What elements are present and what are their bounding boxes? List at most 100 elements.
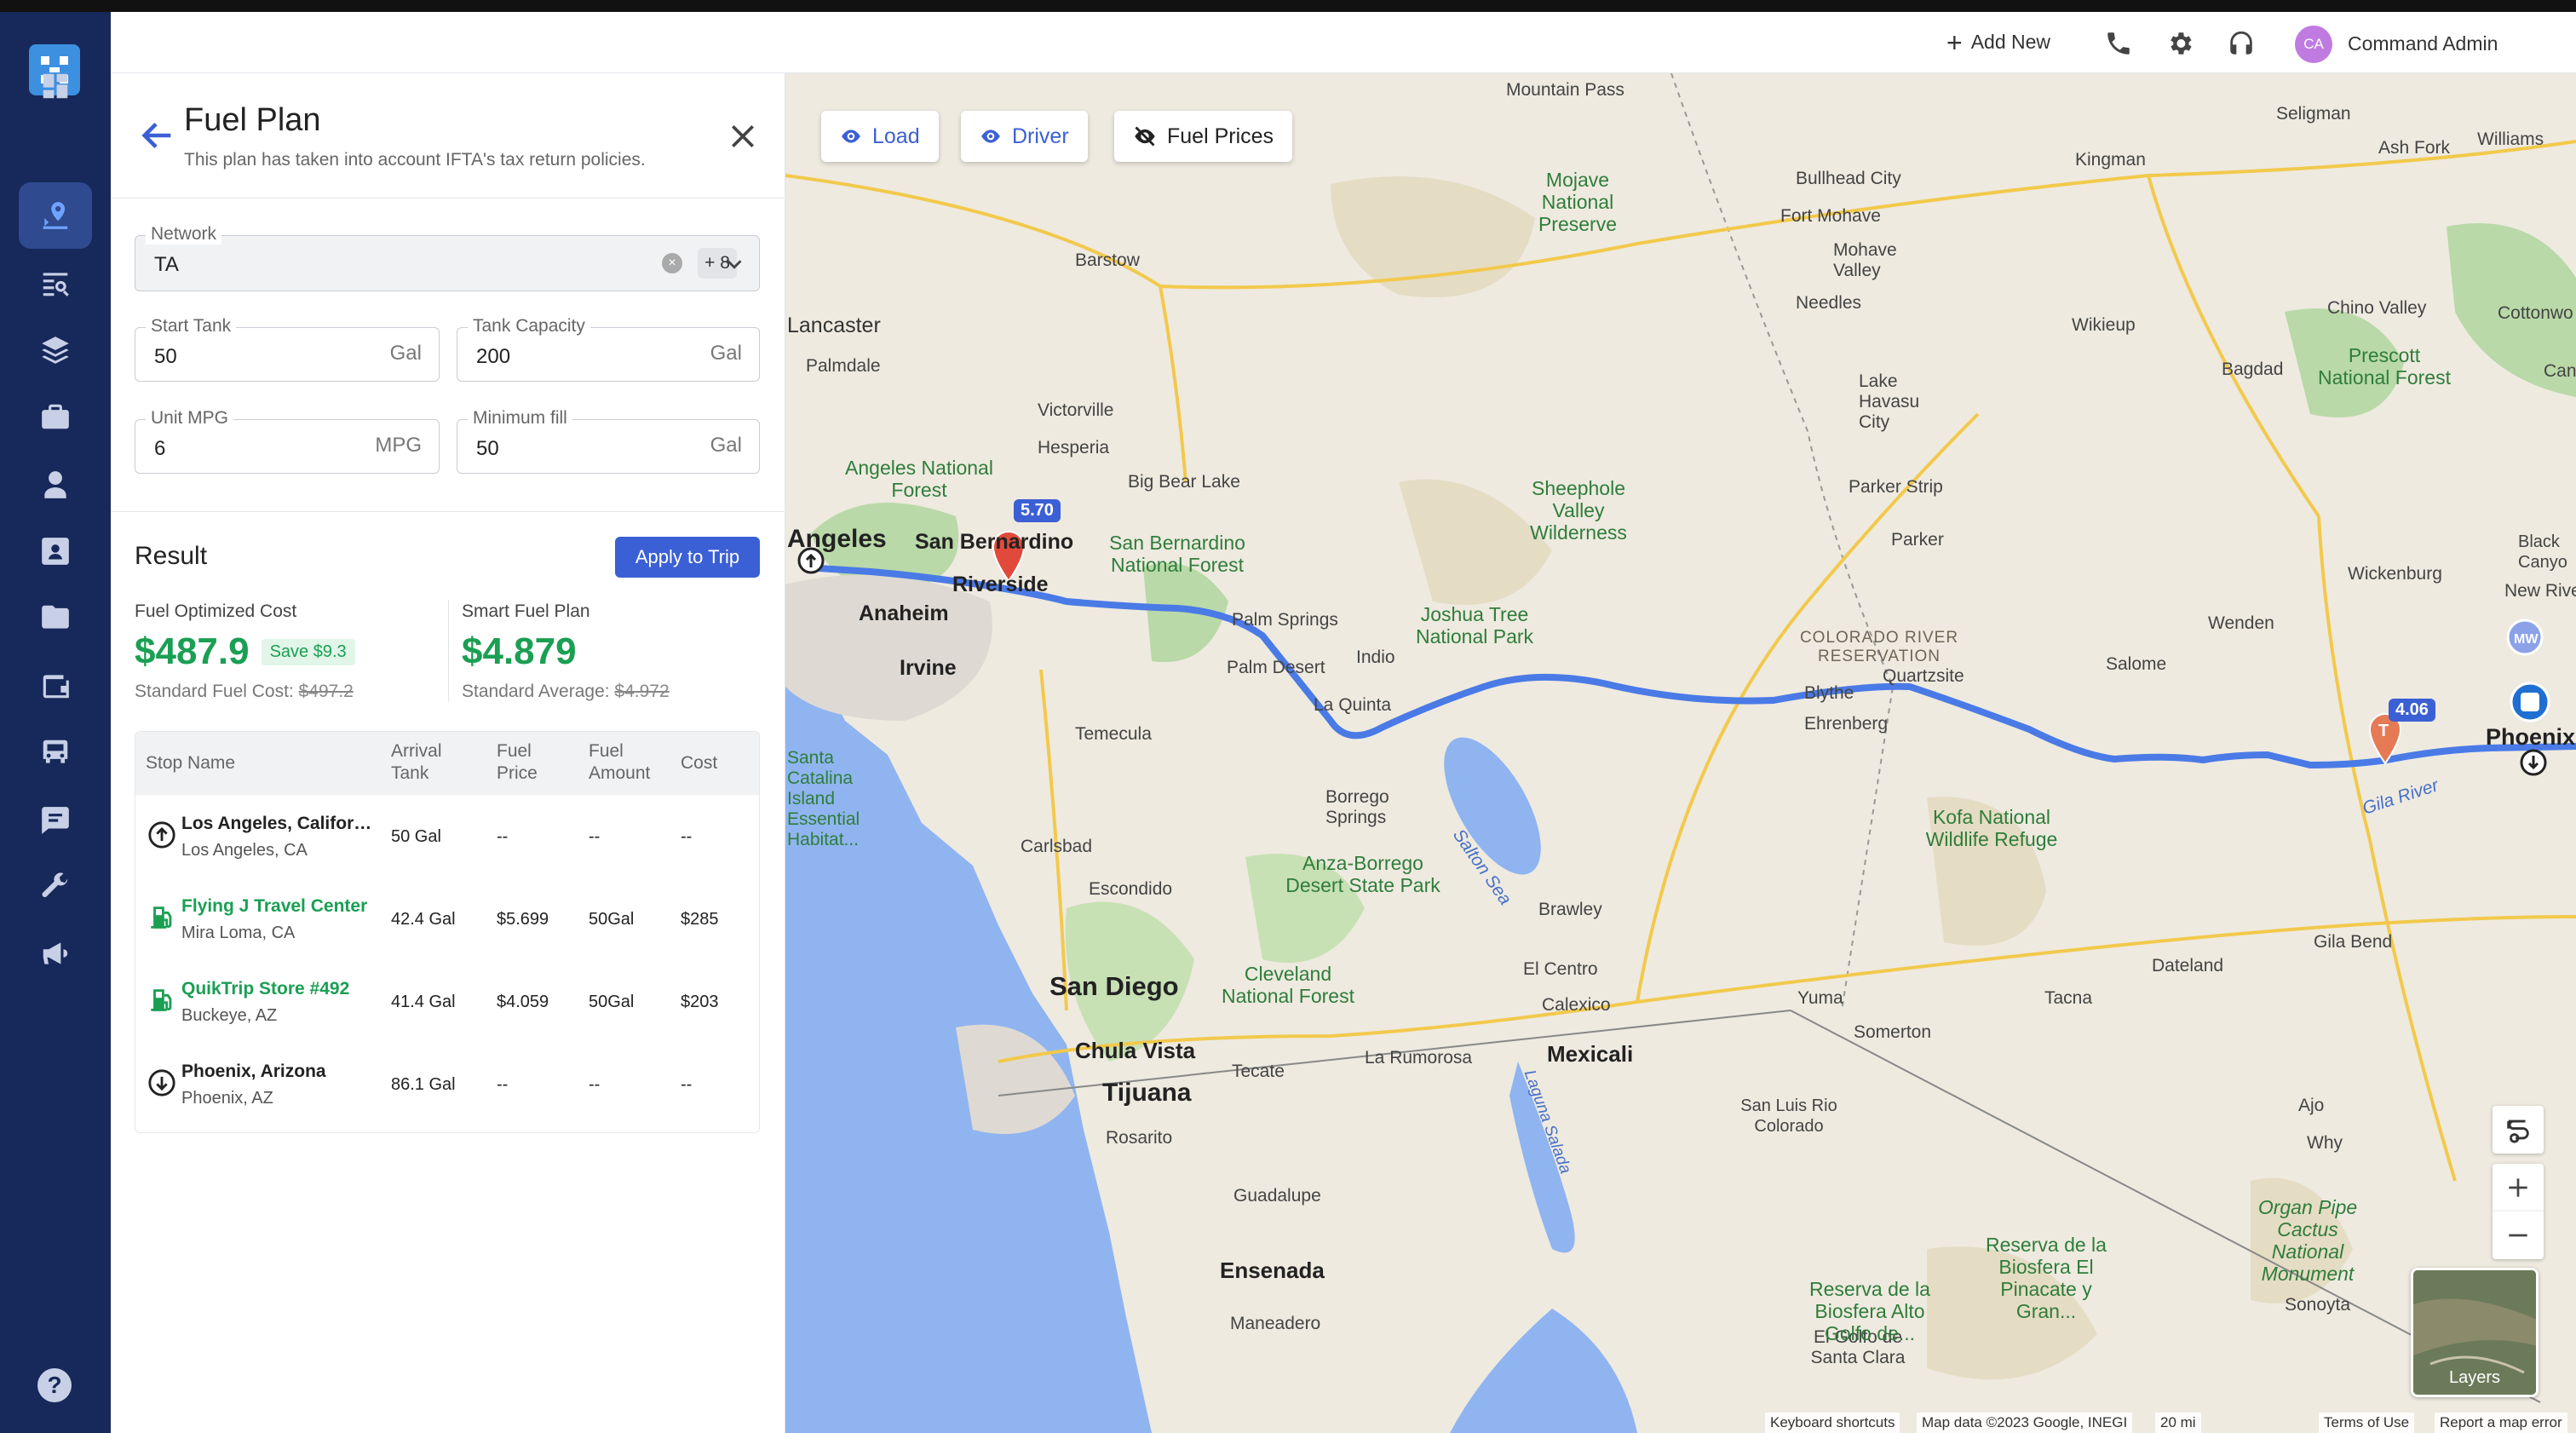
terms-of-use-link[interactable]: Terms of Use	[2319, 1413, 2415, 1433]
chevron-down-icon[interactable]	[722, 251, 747, 277]
map-label: Quartzsite	[1883, 666, 1964, 686]
save-badge: Save $9.3	[261, 638, 355, 665]
map-label: Temecula	[1075, 724, 1152, 744]
map-label: Reserva de la Biosfera El Pinacate y Gra…	[1986, 1234, 2107, 1322]
divider	[448, 600, 449, 702]
column-header: Cost	[681, 753, 718, 773]
stop-cost: --	[681, 827, 693, 846]
table-row[interactable]: Los Angeles, California Los Angeles, CA …	[135, 795, 759, 878]
layers-toggle[interactable]: Layers	[2411, 1268, 2539, 1397]
map-label: Anza-Borrego Desert State Park	[1285, 852, 1440, 896]
sidebar-truck-icon[interactable]	[19, 719, 92, 786]
fuel-prices-button[interactable]: Fuel Prices	[1114, 111, 1293, 162]
close-icon[interactable]	[726, 119, 760, 153]
optimized-cost-value: $487.9	[135, 630, 250, 672]
fuel-amount: 50Gal	[589, 993, 635, 1011]
zoom-in-icon[interactable]	[2493, 1164, 2544, 1211]
keyboard-shortcuts-link[interactable]: Keyboard shortcuts	[1765, 1413, 1900, 1433]
table-row[interactable]: Phoenix, Arizona Phoenix, AZ 86.1 Gal --…	[135, 1043, 759, 1125]
sidebar-wallet-icon[interactable]	[19, 653, 92, 719]
map-label: COLORADO RIVER RESERVATION	[1799, 629, 1959, 665]
map-label: Can	[2544, 361, 2576, 381]
help-icon[interactable]: ?	[37, 1368, 72, 1402]
sidebar-messages-icon[interactable]	[19, 787, 92, 854]
map-label: Cottonwo	[2498, 303, 2573, 323]
zoom-out-icon[interactable]	[2493, 1211, 2544, 1259]
user-avatar[interactable]: CA	[2295, 26, 2332, 63]
price-pin-badge[interactable]: 5.70	[1014, 499, 1061, 522]
sidebar-briefcase-icon[interactable]	[19, 383, 92, 450]
settings-gear-icon[interactable]	[2165, 29, 2194, 58]
result-title: Result	[135, 542, 208, 570]
divider	[111, 198, 785, 199]
map-label: Riverside	[952, 573, 1049, 596]
apply-to-trip-button[interactable]: Apply to Trip	[615, 537, 760, 578]
price-pin-badge[interactable]: 4.06	[2389, 699, 2435, 722]
sidebar-layers-icon[interactable]	[19, 317, 92, 383]
clear-icon[interactable]: ×	[662, 253, 682, 273]
map-label: Calexico	[1542, 995, 1611, 1015]
map-label: Santa Catalina Island Essential Habitat.…	[787, 748, 860, 849]
minimum-fill-field[interactable]: Minimum fill 50 Gal	[457, 408, 760, 474]
map-data-attribution: Map data ©2023 Google, INEGI	[1917, 1413, 2133, 1433]
map-label: Reserva de la Biosfera Alto Golfo de...	[1809, 1278, 1930, 1344]
fuel-prices-label: Fuel Prices	[1167, 124, 1274, 148]
tank-capacity-label: Tank Capacity	[468, 316, 590, 337]
show-driver-button[interactable]: Driver	[961, 111, 1088, 162]
show-load-button[interactable]: Load	[821, 111, 939, 162]
back-arrow-icon[interactable]	[138, 116, 177, 155]
directions-icon[interactable]	[2493, 1106, 2544, 1154]
map-label: Chino Valley	[2327, 298, 2427, 318]
standard-cost-label: Standard Fuel Cost:	[135, 682, 294, 701]
sidebar-folder-icon[interactable]	[19, 584, 92, 651]
table-row[interactable]: Flying J Travel Center Mira Loma, CA 42.…	[135, 878, 759, 960]
sidebar-megaphone-icon[interactable]	[19, 920, 92, 987]
network-select[interactable]: Network TA × + 8	[135, 224, 760, 291]
map-label: Ash Fork	[2378, 138, 2451, 158]
sidebar-wrench-icon[interactable]	[19, 854, 92, 920]
map-label: Palm Springs	[1232, 610, 1338, 630]
stop-cost: $285	[681, 910, 719, 929]
headset-support-icon[interactable]	[2227, 29, 2256, 58]
sidebar-contacts-icon[interactable]	[19, 518, 92, 584]
route-line[interactable]	[805, 564, 2576, 768]
map-label: Gila Bend	[2314, 932, 2393, 952]
column-header: Fuel Price	[497, 741, 538, 783]
map-label: La Rumorosa	[1365, 1048, 1473, 1068]
sidebar-dashboard-icon[interactable]	[19, 53, 92, 119]
start-tank-field[interactable]: Start Tank 50 Gal	[135, 316, 440, 382]
unit-mpg-field[interactable]: Unit MPG 6 MPG	[135, 408, 440, 474]
top-header: + Add New CA Command Admin	[111, 12, 2576, 73]
sidebar-search-list-icon[interactable]	[19, 250, 92, 317]
optimized-cost-label: Fuel Optimized Cost	[135, 601, 297, 621]
map-label: Dateland	[2152, 956, 2224, 975]
map-label: Tacna	[2044, 988, 2093, 1008]
fuel-amount: --	[589, 1075, 601, 1094]
phone-icon[interactable]	[2104, 29, 2133, 58]
minimum-fill-unit: Gal	[710, 434, 742, 457]
map-label: Big Bear Lake	[1128, 472, 1240, 492]
map-label: Borrego Springs	[1325, 787, 1389, 827]
tank-capacity-field[interactable]: Tank Capacity 200 Gal	[457, 316, 760, 382]
user-name[interactable]: Command Admin	[2348, 32, 2498, 55]
fuel-amount: 50Gal	[589, 910, 635, 929]
sidebar-driver-icon[interactable]	[19, 452, 92, 518]
stop-name[interactable]: QuikTrip Store #492	[181, 979, 377, 999]
map-label: Parker Strip	[1849, 477, 1943, 497]
map-label: El Centro	[1523, 959, 1598, 979]
report-map-error-link[interactable]: Report a map error	[2435, 1413, 2567, 1433]
route-map[interactable]: T MW 5.70 4.06 Mountain Pass Seligman Ki…	[785, 73, 2576, 1433]
table-row[interactable]: QuikTrip Store #492 Buckeye, AZ 41.4 Gal…	[135, 960, 759, 1043]
map-label: San Luis Rio Colorado	[1740, 1096, 1837, 1136]
svg-text:T: T	[2378, 722, 2389, 740]
fuel-price: --	[497, 1075, 509, 1094]
eye-icon	[981, 129, 1000, 143]
stop-name[interactable]: Flying J Travel Center	[181, 896, 377, 917]
window-top-strip	[0, 0, 2576, 12]
end-icon	[148, 1069, 175, 1096]
sidebar-map-route-icon[interactable]	[19, 182, 92, 249]
map-label: Lancaster	[787, 314, 881, 337]
fuel-stops-table: Stop Name Arrival Tank Fuel Price Fuel A…	[135, 731, 760, 1133]
eye-icon	[842, 129, 860, 143]
add-new-button[interactable]: + Add New	[1946, 29, 2050, 56]
